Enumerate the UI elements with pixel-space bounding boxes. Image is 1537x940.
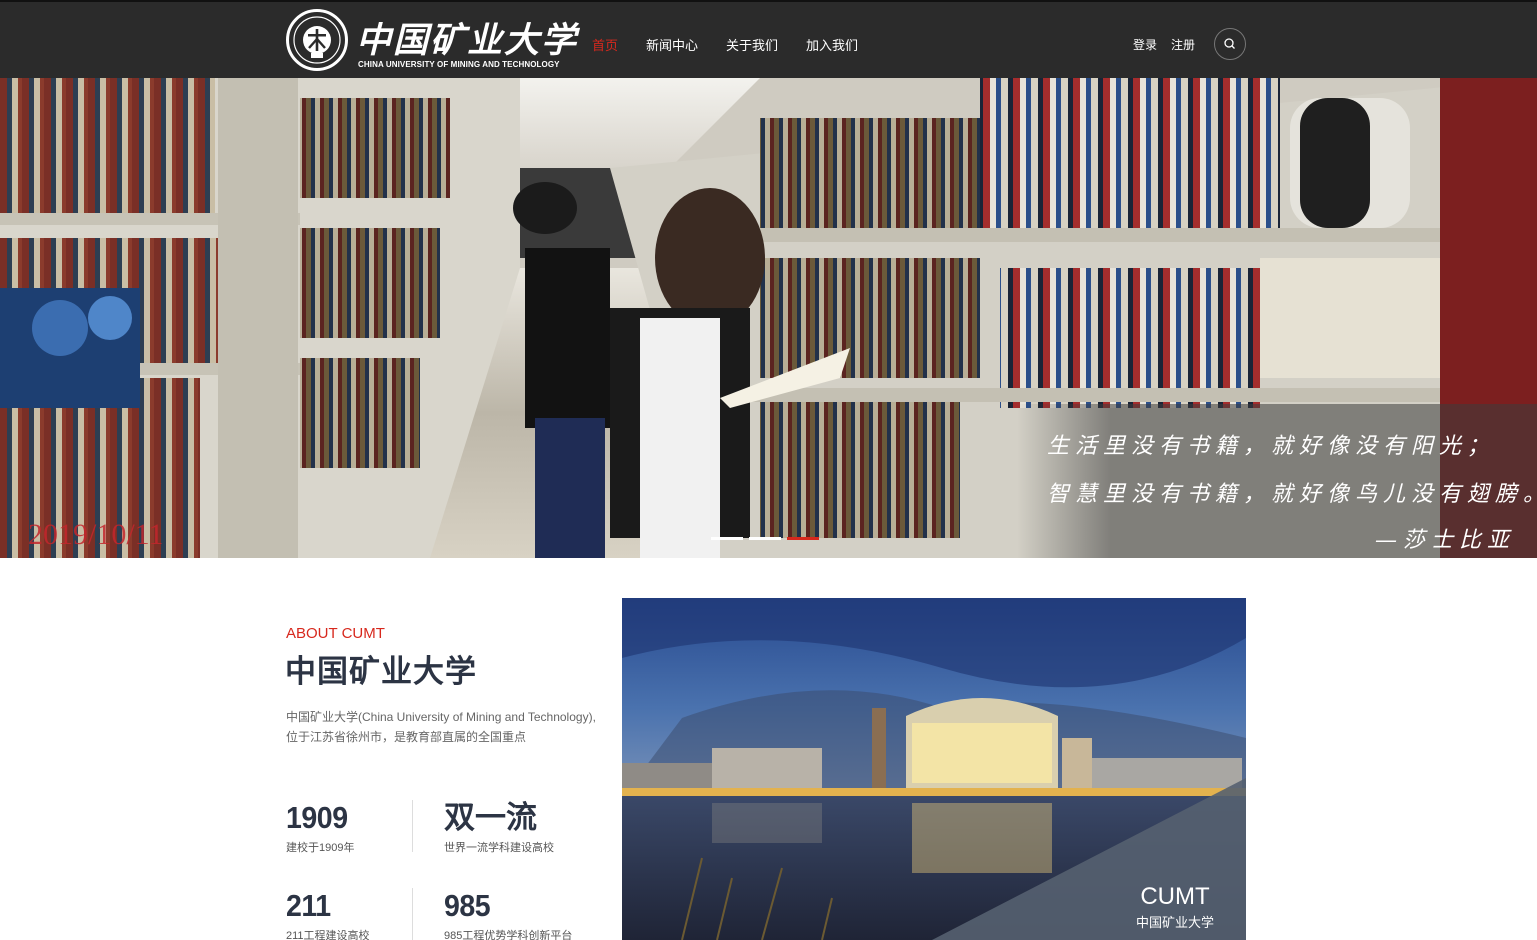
stat-label: 建校于1909年 [286, 842, 355, 854]
stat-label: 211工程建设高校 [286, 930, 370, 940]
about-title: 中国矿业大学 [285, 654, 477, 689]
about-description: 中国矿业大学(China University of Mining and Te… [286, 710, 596, 744]
stat-founded: 1909 建校于1909年 [286, 801, 354, 855]
stat-label: 世界一流学科建设高校 [444, 842, 554, 854]
quote-panel: 生活里没有书籍，就好像没有阳光； 智慧里没有书籍，就好像鸟儿没有翅膀。 —莎士比… [1017, 404, 1537, 558]
quote-author: —莎士比亚 [1374, 528, 1515, 553]
stat-divider [412, 800, 413, 852]
carousel-dot-3[interactable] [787, 537, 819, 540]
stat-211: 211 211工程建设高校 [286, 889, 370, 940]
search-button[interactable] [1214, 28, 1246, 60]
campus-caption: CUMT 中国矿业大学 [1136, 884, 1214, 931]
nav-item-news[interactable]: 新闻中心 [646, 35, 698, 54]
about-eyebrow: ABOUT CUMT [286, 625, 385, 642]
carousel-dot-2[interactable] [749, 537, 781, 540]
main-nav: 首页 新闻中心 关于我们 加入我们 [592, 35, 886, 54]
stat-double-first-class: 双一流 世界一流学科建设高校 [444, 801, 554, 855]
login-link[interactable]: 登录 [1133, 36, 1157, 53]
register-link[interactable]: 注册 [1171, 36, 1195, 53]
stat-value: 1909 [286, 800, 348, 835]
stat-value: 双一流 [444, 800, 537, 835]
top-navigation-bar: 中国矿业大学 CHINA UNIVERSITY OF MINING AND TE… [0, 0, 1537, 78]
nav-item-join[interactable]: 加入我们 [806, 35, 858, 54]
carousel-indicators [711, 537, 825, 540]
carousel-dot-1[interactable] [711, 537, 743, 540]
quote-line-2: 智慧里没有书籍，就好像鸟儿没有翅膀。 [1047, 482, 1537, 507]
nav-item-about[interactable]: 关于我们 [726, 35, 778, 54]
campus-caption-cn: 中国矿业大学 [1135, 915, 1214, 930]
university-seal-icon [286, 9, 348, 71]
site-logo[interactable]: 中国矿业大学 CHINA UNIVERSITY OF MINING AND TE… [286, 8, 576, 74]
stat-label: 985工程优势学科创新平台 [444, 930, 573, 940]
search-icon [1224, 38, 1235, 49]
stat-value: 985 [444, 888, 491, 923]
logo-chinese-name: 中国矿业大学 [356, 20, 579, 61]
banner-date: 2019/10/11 [28, 518, 164, 551]
hero-banner: 2019/10/11 生活里没有书籍，就好像没有阳光； 智慧里没有书籍，就好像鸟… [0, 78, 1537, 558]
logo-english-name: CHINA UNIVERSITY OF MINING AND TECHNOLOG… [358, 60, 560, 69]
stat-value: 211 [286, 888, 331, 923]
campus-caption-en: CUMT [1140, 883, 1210, 910]
stat-divider [412, 888, 413, 940]
stat-985: 985 985工程优势学科创新平台 [444, 889, 572, 940]
quote-line-1: 生活里没有书籍，就好像没有阳光； [1047, 434, 1496, 459]
nav-item-home[interactable]: 首页 [592, 35, 618, 54]
auth-links: 登录 注册 [1133, 36, 1209, 53]
campus-photo[interactable]: CUMT 中国矿业大学 [622, 598, 1246, 940]
